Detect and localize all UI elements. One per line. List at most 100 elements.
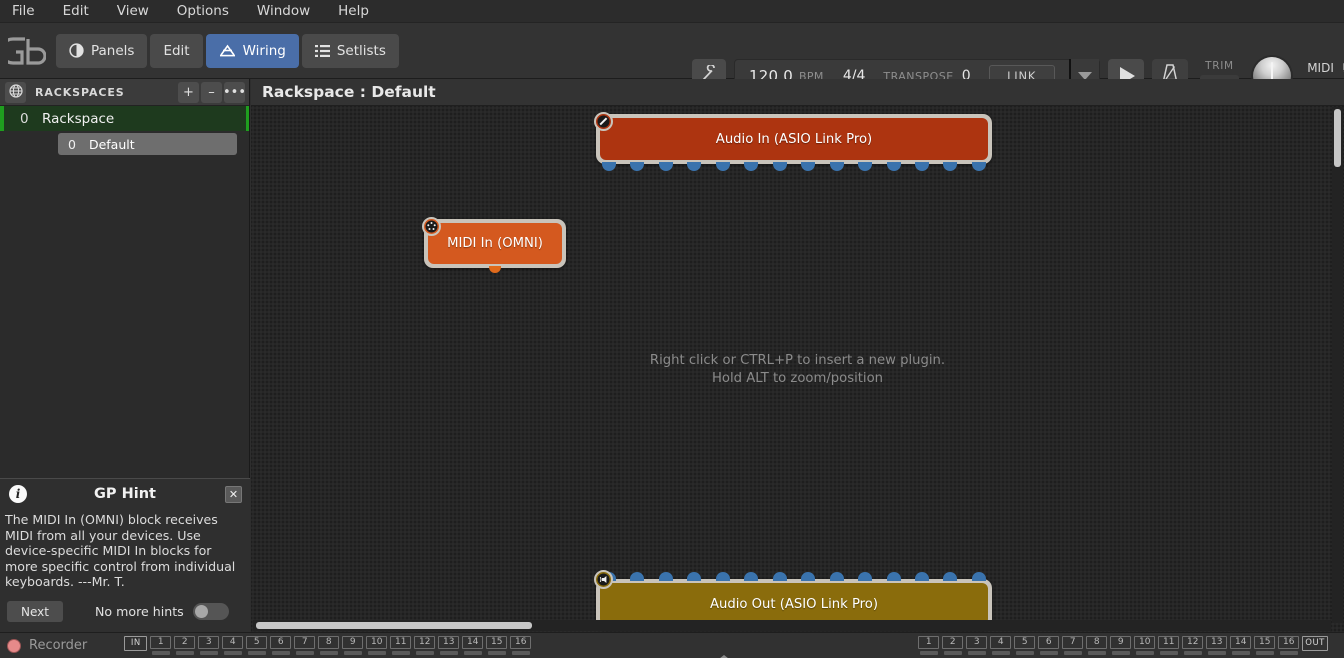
output-channel[interactable]: 8 — [1086, 636, 1108, 655]
port[interactable] — [943, 162, 958, 171]
port[interactable] — [886, 162, 901, 171]
menu-item-file[interactable]: File — [0, 0, 49, 23]
port[interactable] — [858, 572, 873, 581]
output-channel[interactable]: 7 — [1062, 636, 1084, 655]
port[interactable] — [715, 572, 730, 581]
midi-din-icon[interactable] — [422, 217, 441, 236]
input-channel[interactable]: 2 — [174, 636, 196, 655]
no-more-hints-toggle[interactable] — [192, 603, 229, 620]
input-channel[interactable]: 15 — [486, 636, 508, 655]
audio-out-input-ports[interactable] — [596, 572, 992, 581]
input-channel[interactable]: 4 — [222, 636, 244, 655]
port[interactable] — [687, 162, 702, 171]
speaker-icon[interactable] — [594, 570, 613, 589]
output-channel[interactable]: 9 — [1110, 636, 1132, 655]
input-channel[interactable]: 8 — [318, 636, 340, 655]
port[interactable] — [858, 162, 873, 171]
canvas-horizontal-scrollbar[interactable] — [253, 620, 1331, 631]
rackspace-list-item[interactable]: 0 Rackspace — [0, 106, 249, 131]
port[interactable] — [687, 572, 702, 581]
output-channel[interactable]: 16 — [1278, 636, 1300, 655]
output-channel[interactable]: 13 — [1206, 636, 1228, 655]
port[interactable] — [829, 162, 844, 171]
midi-in-block[interactable]: MIDI In (OMNI) — [422, 217, 566, 273]
output-channel[interactable]: 11 — [1158, 636, 1180, 655]
output-channel[interactable]: 2 — [942, 636, 964, 655]
port[interactable] — [658, 162, 673, 171]
port[interactable] — [744, 162, 759, 171]
output-channel[interactable]: 10 — [1134, 636, 1156, 655]
remove-rackspace-button[interactable]: – — [201, 81, 222, 103]
input-channel[interactable]: 7 — [294, 636, 316, 655]
input-channel[interactable]: 6 — [270, 636, 292, 655]
canvas-vertical-scrollbar[interactable] — [1332, 107, 1343, 623]
port[interactable] — [744, 572, 759, 581]
audio-in-output-ports[interactable] — [596, 162, 992, 171]
close-icon[interactable]: ✕ — [225, 485, 242, 503]
port[interactable] — [772, 572, 787, 581]
port[interactable] — [829, 572, 844, 581]
output-channel[interactable]: 1 — [918, 636, 940, 655]
wiring-icon — [219, 43, 236, 58]
output-label: OUT — [1302, 636, 1328, 651]
port[interactable] — [971, 162, 986, 171]
menu-item-options[interactable]: Options — [163, 0, 243, 23]
wiring-canvas[interactable]: Right click or CTRL+P to insert a new pl… — [251, 106, 1344, 632]
variation-list-item[interactable]: 0 Default — [58, 133, 237, 155]
output-channel[interactable]: 14 — [1230, 636, 1252, 655]
setlists-button[interactable]: Setlists — [301, 33, 399, 68]
output-channel[interactable]: 5 — [1014, 636, 1036, 655]
next-hint-button[interactable]: Next — [7, 601, 63, 622]
output-channel[interactable]: 6 — [1038, 636, 1060, 655]
menu-item-help[interactable]: Help — [324, 0, 383, 23]
menu-item-view[interactable]: View — [103, 0, 163, 23]
channel-number: 12 — [1182, 636, 1204, 649]
output-channel[interactable]: 12 — [1182, 636, 1204, 655]
rackspace-more-button[interactable]: ••• — [223, 81, 246, 103]
menu-item-window[interactable]: Window — [243, 0, 324, 23]
panels-button[interactable]: Panels — [56, 33, 148, 68]
input-channel[interactable]: 5 — [246, 636, 268, 655]
input-io-marker[interactable]: IN — [124, 636, 148, 651]
midi-in-output-ports[interactable] — [424, 266, 566, 275]
menu-item-edit[interactable]: Edit — [49, 0, 103, 23]
port[interactable] — [943, 572, 958, 581]
input-channel[interactable]: 13 — [438, 636, 460, 655]
input-channel[interactable]: 16 — [510, 636, 532, 655]
wiring-button[interactable]: Wiring — [205, 33, 299, 68]
record-icon[interactable] — [7, 638, 21, 653]
port[interactable] — [801, 572, 816, 581]
input-channel[interactable]: 11 — [390, 636, 412, 655]
input-channel[interactable]: 1 — [150, 636, 172, 655]
output-channel[interactable]: 15 — [1254, 636, 1276, 655]
panel-collapse-button[interactable] — [715, 636, 734, 658]
input-channel[interactable]: 10 — [366, 636, 388, 655]
port[interactable] — [630, 162, 645, 171]
port[interactable] — [489, 266, 501, 273]
recorder-label[interactable]: Recorder — [29, 638, 87, 653]
port[interactable] — [658, 572, 673, 581]
output-channel[interactable]: 3 — [966, 636, 988, 655]
input-channel[interactable]: 9 — [342, 636, 364, 655]
port[interactable] — [914, 572, 929, 581]
output-channel[interactable]: 4 — [990, 636, 1012, 655]
input-channel[interactable]: 3 — [198, 636, 220, 655]
port[interactable] — [715, 162, 730, 171]
pen-circle-icon[interactable] — [594, 112, 613, 131]
horizontal-scroll-thumb[interactable] — [256, 622, 532, 629]
port[interactable] — [801, 162, 816, 171]
port[interactable] — [630, 572, 645, 581]
input-channel[interactable]: 12 — [414, 636, 436, 655]
audio-in-block[interactable]: Audio In (ASIO Link Pro) — [594, 112, 992, 171]
port[interactable] — [772, 162, 787, 171]
port[interactable] — [886, 572, 901, 581]
vertical-scroll-thumb[interactable] — [1334, 109, 1341, 167]
globe-button[interactable] — [5, 81, 26, 103]
port[interactable] — [602, 162, 616, 171]
port[interactable] — [971, 572, 986, 581]
input-channel[interactable]: 14 — [462, 636, 484, 655]
add-rackspace-button[interactable]: + — [178, 81, 199, 103]
output-io-marker[interactable]: OUT — [1302, 636, 1328, 651]
port[interactable] — [914, 162, 929, 171]
edit-button[interactable]: Edit — [150, 33, 203, 68]
